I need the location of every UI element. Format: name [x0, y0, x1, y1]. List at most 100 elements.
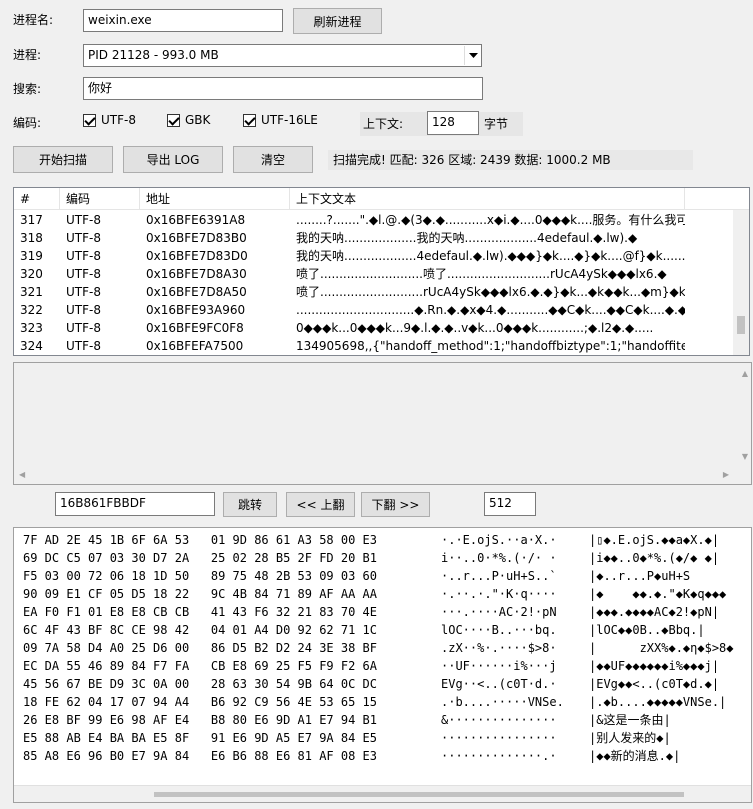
utf8-checkbox[interactable]: UTF-8	[83, 113, 136, 127]
encoding-label: 编码:	[13, 116, 42, 130]
hex-ascii: lOC····B..···bq.	[441, 623, 557, 637]
hex-bytes: 6C 4F 43 BF 8C CE 98 42 04 01 A4 D0 92 6…	[23, 623, 378, 637]
hex-horizontal-scrollbar[interactable]	[14, 785, 751, 802]
table-row[interactable]: 323 UTF-8 0x16BFE9FC0F8 0◆◆◆k...0◆◆◆k...9◆.…	[14, 319, 734, 337]
scrollbar-thumb[interactable]	[154, 792, 684, 797]
address-input[interactable]: 16B861FBBDF	[55, 492, 215, 516]
scrollbar-thumb[interactable]	[737, 316, 745, 334]
hex-dump-panel: 7F AD 2E 45 1B 6F 6A 53 01 9D 86 61 A3 5…	[13, 527, 752, 803]
row-context-text: 我的天呐...................4edefaul.◆.lw).◆◆…	[296, 249, 685, 263]
hex-decoded-text: |◆ ◆◆.◆."◆K◆q◆◆◆	[589, 587, 727, 601]
row-address: 0x16BFEFA7500	[146, 339, 244, 353]
table-row[interactable]: 319 UTF-8 0x16BFE7D83D0 我的天呐...............…	[14, 247, 734, 265]
hex-bytes: 45 56 67 BE D9 3C 0A 00 28 63 30 54 9B 6…	[23, 677, 378, 691]
hex-bytes: 09 7A 58 D4 A0 25 D6 00 86 D5 B2 D2 24 3…	[23, 641, 378, 655]
export-log-button[interactable]: 导出 LOG	[123, 146, 223, 173]
column-header-address[interactable]: 地址	[140, 188, 290, 210]
utf8-checkbox-label: UTF-8	[101, 113, 136, 127]
scroll-right-icon[interactable]: ▶	[723, 470, 729, 480]
hex-line: 85 A8 E6 96 B0 E7 9A 84 E6 B6 88 E6 81 A…	[23, 747, 743, 765]
row-index: 322	[20, 303, 43, 317]
chevron-down-icon[interactable]	[464, 46, 481, 65]
detail-panel: ▲ ▼ ◀ ▶	[13, 362, 752, 485]
row-address: 0x16BFE7D8A50	[146, 285, 247, 299]
row-address: 0x16BFE9FC0F8	[146, 321, 244, 335]
table-header: # 编码 地址 上下文文本	[14, 188, 749, 210]
jump-button[interactable]: 跳转	[223, 492, 277, 517]
hex-decoded-text: |&这是一条由|	[589, 713, 671, 727]
row-context-text: 喷了...........................喷了.........…	[296, 267, 667, 281]
hex-decoded-text: |i◆◆..0◆*%.(◆/◆ ◆|	[589, 551, 720, 565]
row-index: 318	[20, 231, 43, 245]
hex-ascii: ··UF······i%···j	[441, 659, 557, 673]
table-row[interactable]: 321 UTF-8 0x16BFE7D8A50 喷了.................…	[14, 283, 734, 301]
row-address: 0x16BFE7D83B0	[146, 231, 247, 245]
process-name-input[interactable]: weixin.exe	[83, 9, 283, 32]
search-input[interactable]: 你好	[83, 77, 483, 100]
hex-decoded-text: |◆..r...P◆uH+S	[589, 569, 691, 583]
column-header-context[interactable]: 上下文文本	[290, 188, 685, 210]
context-label: 上下文:	[363, 117, 404, 131]
page-down-button[interactable]: 下翻 >>	[361, 492, 430, 517]
row-address: 0x16BFE6391A8	[146, 213, 246, 227]
table-row[interactable]: 322 UTF-8 0x16BFE93A960...................…	[14, 301, 734, 319]
hex-bytes: F5 03 00 72 06 18 1D 50 89 75 48 2B 53 0…	[23, 569, 378, 583]
process-label: 进程:	[13, 48, 42, 62]
hex-decoded-text: |◆◆◆.◆◆◆◆AC◆2!◆pN|	[589, 605, 720, 619]
row-context-text: 0◆◆◆k...0◆◆◆k...9◆.l.◆.◆..v◆k...0◆◆◆k...…	[296, 321, 654, 335]
hex-decoded-text: |lOC◆◆0B..◆Bbq.|	[589, 623, 705, 637]
process-name-label: 进程名:	[13, 13, 54, 27]
row-encoding: UTF-8	[66, 303, 101, 317]
hex-decoded-text: |.◆b....◆◆◆◆◆VNSe.|	[589, 695, 727, 709]
results-table: # 编码 地址 上下文文本 317 UTF-8 0x16BFE6391A8.....…	[13, 187, 750, 356]
row-context-text: 喷了...........................rUcA4ySk◆◆◆…	[296, 285, 685, 299]
row-index: 321	[20, 285, 43, 299]
hex-decoded-text: |◆◆新的消息.◆|	[589, 749, 681, 763]
scroll-up-icon[interactable]: ▲	[742, 369, 748, 379]
page-up-button[interactable]: << 上翻	[286, 492, 355, 517]
column-header-encoding[interactable]: 编码	[60, 188, 140, 210]
row-encoding: UTF-8	[66, 249, 101, 263]
hex-bytes: 26 E8 BF 99 E6 98 AF E4 B8 80 E6 9D A1 E…	[23, 713, 378, 727]
scroll-down-icon[interactable]: ▼	[742, 452, 748, 462]
scroll-left-icon[interactable]: ◀	[19, 470, 25, 480]
page-size-input[interactable]: 512	[484, 492, 536, 516]
hex-ascii: ·..r...P·uH+S..`	[441, 569, 557, 583]
row-encoding: UTF-8	[66, 321, 101, 335]
hex-bytes: 85 A8 E6 96 B0 E7 9A 84 E6 B6 88 E6 81 A…	[23, 749, 378, 763]
hex-bytes: 69 DC C5 07 03 30 D7 2A 25 02 28 B5 2F F…	[23, 551, 378, 565]
row-encoding: UTF-8	[66, 213, 101, 227]
refresh-process-button[interactable]: 刷新进程	[293, 8, 382, 34]
table-row[interactable]: 318 UTF-8 0x16BFE7D83B0 我的天呐...............…	[14, 229, 734, 247]
hex-line: 7F AD 2E 45 1B 6F 6A 53 01 9D 86 61 A3 5…	[23, 531, 743, 549]
gbk-checkbox[interactable]: GBK	[167, 113, 210, 127]
table-row[interactable]: 320 UTF-8 0x16BFE7D8A30 喷了.................…	[14, 265, 734, 283]
context-unit-label: 字节	[484, 117, 509, 131]
gbk-checkbox-label: GBK	[185, 113, 211, 127]
column-header-index[interactable]: #	[14, 188, 60, 210]
row-context-text: 134905698,,{"handoff_method":1;"handoffb…	[296, 339, 685, 353]
clear-button[interactable]: 清空	[233, 146, 313, 173]
process-select[interactable]: PID 21128 - 993.0 MB	[83, 44, 482, 67]
hex-ascii: EVg··<..(c0T·d.·	[441, 677, 557, 691]
hex-bytes: 90 09 E1 CF 05 D5 18 22 9C 4B 84 71 89 A…	[23, 587, 378, 601]
row-context-text: ........?.......".◆l.@.◆(3◆.◆...........…	[296, 213, 685, 227]
process-selected-value: PID 21128 - 993.0 MB	[88, 48, 219, 62]
checkbox-check-icon	[243, 113, 256, 127]
hex-ascii: ··············.·	[441, 749, 557, 763]
hex-decoded-text: | zXХ%◆.◆η◆$>8◆	[589, 641, 734, 655]
utf16le-checkbox[interactable]: UTF-16LE	[243, 113, 318, 127]
utf16le-checkbox-label: UTF-16LE	[261, 113, 318, 127]
start-scan-button[interactable]: 开始扫描	[13, 146, 113, 173]
hex-line: 69 DC C5 07 03 30 D7 2A 25 02 28 B5 2F F…	[23, 549, 743, 567]
row-index: 323	[20, 321, 43, 335]
hex-line: 26 E8 BF 99 E6 98 AF E4 B8 80 E6 9D A1 E…	[23, 711, 743, 729]
checkbox-check-icon	[167, 113, 180, 127]
row-encoding: UTF-8	[66, 267, 101, 281]
table-row[interactable]: 317 UTF-8 0x16BFE6391A8 ........?.......".◆…	[14, 211, 734, 229]
hex-bytes: 18 FE 62 04 17 07 94 A4 B6 92 C9 56 4E 5…	[23, 695, 378, 709]
table-row[interactable]: 324 UTF-8 0x16BFEFA7500 134905698,,{"handof…	[14, 337, 734, 355]
table-vertical-scrollbar[interactable]	[733, 210, 749, 355]
row-encoding: UTF-8	[66, 339, 101, 353]
context-bytes-input[interactable]: 128	[427, 111, 479, 135]
